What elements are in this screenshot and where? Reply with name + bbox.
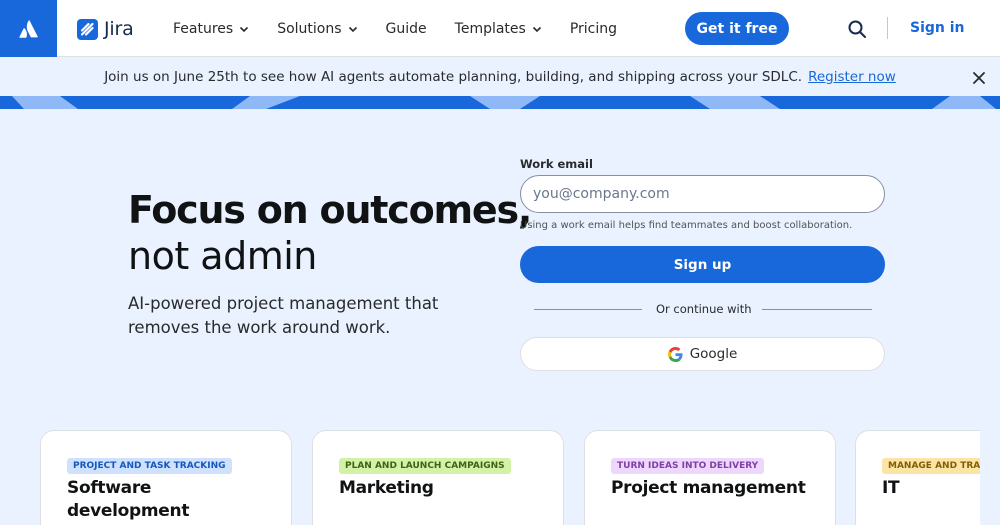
announcement-banner: Join us on June 25th to see how AI agent… (0, 57, 1000, 97)
card-tag: TURN IDEAS INTO DELIVERY (611, 458, 765, 474)
search-icon (848, 20, 866, 38)
google-label: Google (689, 346, 738, 362)
nav-item-templates[interactable]: Templates (455, 21, 542, 37)
atlassian-icon (18, 19, 38, 38)
sign-up-button[interactable]: Sign up (520, 246, 885, 283)
nav-item-label: Solutions (277, 20, 342, 37)
nav-item-label: Pricing (569, 20, 618, 37)
card-software-development[interactable]: PROJECT AND TASK TRACKING Software devel… (40, 430, 292, 525)
decorative-stripe (0, 96, 1000, 109)
hero-title-secondary: not admin (128, 234, 317, 278)
divider-line (534, 309, 642, 310)
atlassian-logo[interactable] (0, 0, 57, 57)
nav-divider (887, 17, 888, 39)
google-icon (667, 346, 683, 362)
work-email-input[interactable] (520, 175, 885, 213)
card-project-management[interactable]: TURN IDEAS INTO DELIVERY Project managem… (584, 430, 836, 525)
top-nav: Jira Features Solutions Guide Templates … (0, 0, 1000, 57)
card-title: Software development (67, 478, 190, 521)
nav-menu: Features Solutions Guide Templates Prici… (173, 0, 645, 57)
card-marketing[interactable]: PLAN AND LAUNCH CAMPAIGNS Marketing (312, 430, 564, 525)
nav-item-guide[interactable]: Guide (386, 21, 427, 37)
card-title: Marketing (339, 478, 434, 498)
card-tag: PROJECT AND TASK TRACKING (67, 458, 232, 474)
nav-item-label: Templates (454, 20, 526, 37)
card-it[interactable]: MANAGE AND TRACK IT (855, 430, 980, 525)
nav-item-solutions[interactable]: Solutions (277, 21, 357, 37)
card-title: Project management (611, 478, 806, 498)
email-helper-text: Using a work email helps find teammates … (520, 220, 853, 231)
banner-text: Join us on June 25th to see how AI agent… (104, 69, 803, 85)
solution-cards: PROJECT AND TASK TRACKING Software devel… (0, 430, 980, 525)
work-email-label: Work email (520, 157, 593, 171)
nav-item-pricing[interactable]: Pricing (570, 21, 617, 37)
chevron-down-icon (348, 26, 357, 32)
continue-with-text: Or continue with (656, 302, 752, 316)
close-icon[interactable] (971, 70, 987, 86)
hero-subtitle: AI-powered project management that remov… (128, 294, 439, 337)
brand-name: Jira (104, 18, 134, 40)
divider-line (762, 309, 872, 310)
get-it-free-button[interactable]: Get it free (685, 12, 789, 45)
nav-item-label: Features (173, 20, 234, 37)
jira-logo-icon (77, 18, 98, 40)
register-now-link[interactable]: Register now (808, 69, 896, 85)
card-tag: PLAN AND LAUNCH CAMPAIGNS (339, 458, 511, 474)
hero-title: Focus on outcomes, (128, 188, 532, 232)
jira-brand[interactable]: Jira (77, 18, 134, 40)
chevron-down-icon (532, 26, 541, 32)
nav-item-features[interactable]: Features (173, 21, 249, 37)
card-tag: MANAGE AND TRACK (882, 458, 980, 474)
card-title: IT (882, 478, 900, 498)
nav-item-label: Guide (385, 20, 427, 37)
search-button[interactable] (840, 12, 873, 45)
chevron-down-icon (240, 26, 249, 32)
google-signin-button[interactable]: Google (520, 337, 885, 371)
sign-in-link[interactable]: Sign in (910, 20, 965, 36)
